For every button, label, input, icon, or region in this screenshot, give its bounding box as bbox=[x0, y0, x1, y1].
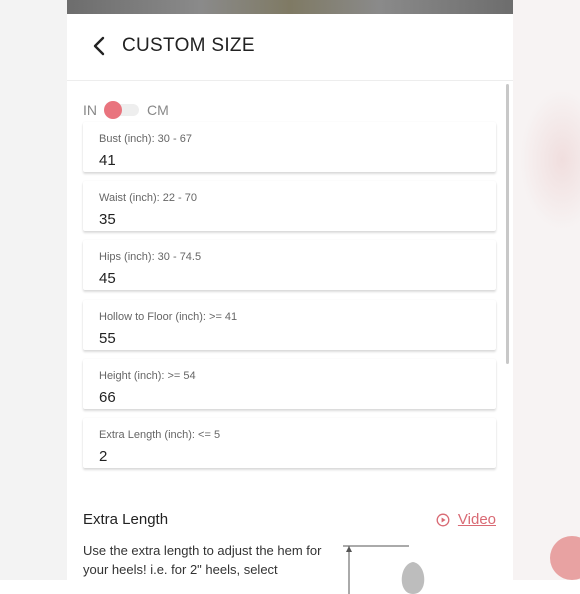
unit-label-in[interactable]: IN bbox=[83, 102, 97, 118]
field-label: Hips (inch): 30 - 74.5 bbox=[99, 251, 202, 263]
waist-field[interactable]: Waist (inch): 22 - 70 35 bbox=[83, 181, 496, 231]
field-label: Height (inch): >= 54 bbox=[99, 370, 196, 382]
hips-field[interactable]: Hips (inch): 30 - 74.5 45 bbox=[83, 240, 496, 290]
height-field[interactable]: Height (inch): >= 54 66 bbox=[83, 359, 496, 409]
hollow-to-floor-field[interactable]: Hollow to Floor (inch): >= 41 55 bbox=[83, 300, 496, 350]
unit-label-cm[interactable]: CM bbox=[147, 102, 169, 118]
field-label: Hollow to Floor (inch): >= 41 bbox=[99, 311, 238, 323]
video-link[interactable]: Video bbox=[436, 511, 496, 528]
background-right bbox=[513, 0, 580, 580]
toggle-knob bbox=[104, 101, 122, 119]
custom-size-panel: CUSTOM SIZE IN CM Bust (inch): 30 - 67 4… bbox=[67, 14, 513, 594]
field-value[interactable]: 35 bbox=[99, 211, 116, 228]
floating-button-edge[interactable] bbox=[550, 536, 580, 580]
back-button[interactable] bbox=[89, 34, 111, 58]
chevron-left-icon bbox=[93, 36, 105, 56]
play-circle-icon bbox=[436, 513, 450, 526]
video-link-label[interactable]: Video bbox=[458, 511, 496, 528]
field-value[interactable]: 41 bbox=[99, 152, 116, 169]
page-title: CUSTOM SIZE bbox=[122, 35, 255, 56]
extra-length-field[interactable]: Extra Length (inch): <= 5 2 bbox=[83, 418, 496, 468]
heel-diagram bbox=[343, 545, 425, 594]
field-label: Extra Length (inch): <= 5 bbox=[99, 429, 221, 441]
extra-length-description: Use the extra length to adjust the hem f… bbox=[83, 543, 322, 577]
bust-field[interactable]: Bust (inch): 30 - 67 41 bbox=[83, 122, 496, 172]
product-photo-strip bbox=[67, 0, 513, 14]
field-value[interactable]: 2 bbox=[99, 448, 107, 465]
unit-toggle[interactable] bbox=[104, 101, 139, 119]
field-value[interactable]: 66 bbox=[99, 389, 116, 406]
field-value[interactable]: 55 bbox=[99, 330, 116, 347]
background-blur bbox=[520, 90, 580, 230]
field-value[interactable]: 45 bbox=[99, 270, 116, 287]
unit-switch: IN CM bbox=[83, 100, 169, 120]
background-left bbox=[0, 0, 67, 580]
panel-header: CUSTOM SIZE bbox=[67, 14, 513, 81]
extra-length-title: Extra Length bbox=[83, 511, 169, 528]
scrollbar-thumb[interactable] bbox=[506, 84, 509, 364]
field-label: Waist (inch): 22 - 70 bbox=[99, 192, 198, 204]
field-label: Bust (inch): 30 - 67 bbox=[99, 133, 192, 145]
scrollbar[interactable] bbox=[506, 80, 510, 580]
